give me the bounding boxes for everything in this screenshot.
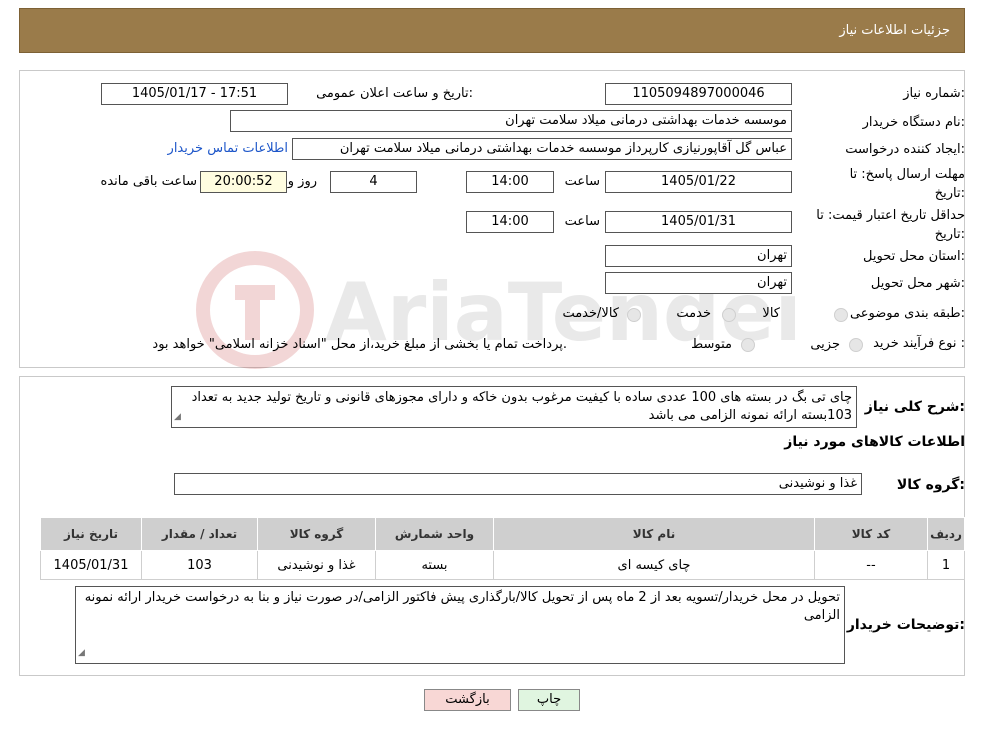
cell-item-code: -- <box>814 550 928 580</box>
back-button[interactable]: بازگشت <box>424 689 511 711</box>
category-radio-goods-service[interactable] <box>627 308 641 322</box>
buyer-notes-label: توضیحات خریدار: <box>846 617 965 633</box>
announce-field: 1405/01/17 - 17:51 <box>101 83 288 105</box>
validity-time-label: ساعت <box>564 214 600 229</box>
cell-need-date: 1405/01/31 <box>40 550 142 580</box>
process-radio-minor[interactable] <box>849 338 863 352</box>
category-option-service: خدمت <box>676 306 711 321</box>
buyer-org-field: موسسه خدمات بهداشتی درمانی میلاد سلامت ت… <box>230 110 792 132</box>
deadline-label: مهلت ارسال پاسخ: تا تاریخ: <box>849 167 965 201</box>
creator-label: ایجاد کننده درخواست: <box>845 142 965 157</box>
table-header-row: ردیف کد کالا نام کالا واحد شمارش گروه کا… <box>40 517 965 551</box>
process-radio-medium[interactable] <box>741 338 755 352</box>
cell-quantity: 103 <box>141 550 258 580</box>
buyer-org-label: نام دستگاه خریدار: <box>862 115 965 130</box>
category-radio-service[interactable] <box>722 308 736 322</box>
validity-time-field: 14:00 <box>466 211 554 233</box>
city-label: شهر محل تحویل: <box>870 276 965 291</box>
col-row-number: ردیف <box>927 517 965 551</box>
province-label: استان محل تحویل: <box>863 249 965 264</box>
description-textarea[interactable]: چای تی بگ در بسته های 100 عددی ساده با ک… <box>171 386 857 428</box>
process-option-minor: جزیی <box>810 337 840 352</box>
need-number-field: 1105094897000046 <box>605 83 792 105</box>
goods-table: ردیف کد کالا نام کالا واحد شمارش گروه کا… <box>40 517 965 580</box>
col-quantity: تعداد / مقدار <box>141 517 258 551</box>
col-group: گروه کالا <box>257 517 376 551</box>
process-label: نوع فرآیند خرید : <box>873 336 965 351</box>
category-label: طبقه بندی موضوعی: <box>849 306 965 321</box>
page-title: جزئیات اطلاعات نیاز <box>839 23 950 38</box>
announce-label: تاریخ و ساعت اعلان عمومی: <box>316 86 473 101</box>
creator-field: عباس گل آقاپورنیازی کارپرداز موسسه خدمات… <box>292 138 792 160</box>
deadline-time-field: 14:00 <box>466 171 554 193</box>
category-option-goods-service: کالا/خدمت <box>562 306 619 321</box>
cell-unit: بسته <box>375 550 494 580</box>
col-unit: واحد شمارش <box>375 517 494 551</box>
goods-group-label: گروه کالا: <box>896 477 965 493</box>
page-header: جزئیات اطلاعات نیاز <box>19 8 965 53</box>
province-field: تهران <box>605 245 792 267</box>
city-field: تهران <box>605 272 792 294</box>
resize-grip-icon[interactable]: ◢ <box>174 408 181 426</box>
col-need-date: تاریخ نیاز <box>40 517 142 551</box>
cell-group: غذا و نوشیدنی <box>257 550 376 580</box>
resize-grip-icon[interactable]: ◢ <box>78 644 85 662</box>
cell-item-name: چای کیسه ای <box>493 550 815 580</box>
description-text: چای تی بگ در بسته های 100 عددی ساده با ک… <box>191 390 852 423</box>
remaining-time-field: 20:00:52 <box>200 171 287 193</box>
need-number-label: شماره نیاز: <box>903 86 965 101</box>
col-item-name: نام کالا <box>493 517 815 551</box>
buyer-contact-link[interactable]: اطلاعات تماس خریدار <box>168 141 288 156</box>
validity-label: حداقل تاریخ اعتبار قیمت: تا تاریخ: <box>816 208 965 242</box>
print-button[interactable]: چاپ <box>518 689 580 711</box>
goods-info-title: اطلاعات کالاهای مورد نیاز <box>784 434 965 450</box>
cell-row-number: 1 <box>927 550 965 580</box>
goods-group-field: غذا و نوشیدنی <box>174 473 862 495</box>
category-option-goods: کالا <box>762 306 780 321</box>
description-label: شرح کلی نیاز: <box>864 399 965 415</box>
days-label: روز و <box>287 174 317 189</box>
category-radio-goods[interactable] <box>834 308 848 322</box>
buyer-notes-text: تحویل در محل خریدار/تسویه بعد از 2 ماه پ… <box>84 590 840 623</box>
validity-date-field: 1405/01/31 <box>605 211 792 233</box>
process-note: پرداخت تمام یا بخشی از مبلغ خرید،از محل … <box>152 337 567 352</box>
remaining-time-label: ساعت باقی مانده <box>100 174 197 189</box>
buyer-notes-textarea[interactable]: تحویل در محل خریدار/تسویه بعد از 2 ماه پ… <box>75 586 845 664</box>
deadline-time-label: ساعت <box>564 174 600 189</box>
deadline-date-field: 1405/01/22 <box>605 171 792 193</box>
col-item-code: کد کالا <box>814 517 928 551</box>
table-row: 1 -- چای کیسه ای بسته غذا و نوشیدنی 103 … <box>40 550 965 580</box>
process-option-medium: متوسط <box>691 337 732 352</box>
days-field: 4 <box>330 171 417 193</box>
